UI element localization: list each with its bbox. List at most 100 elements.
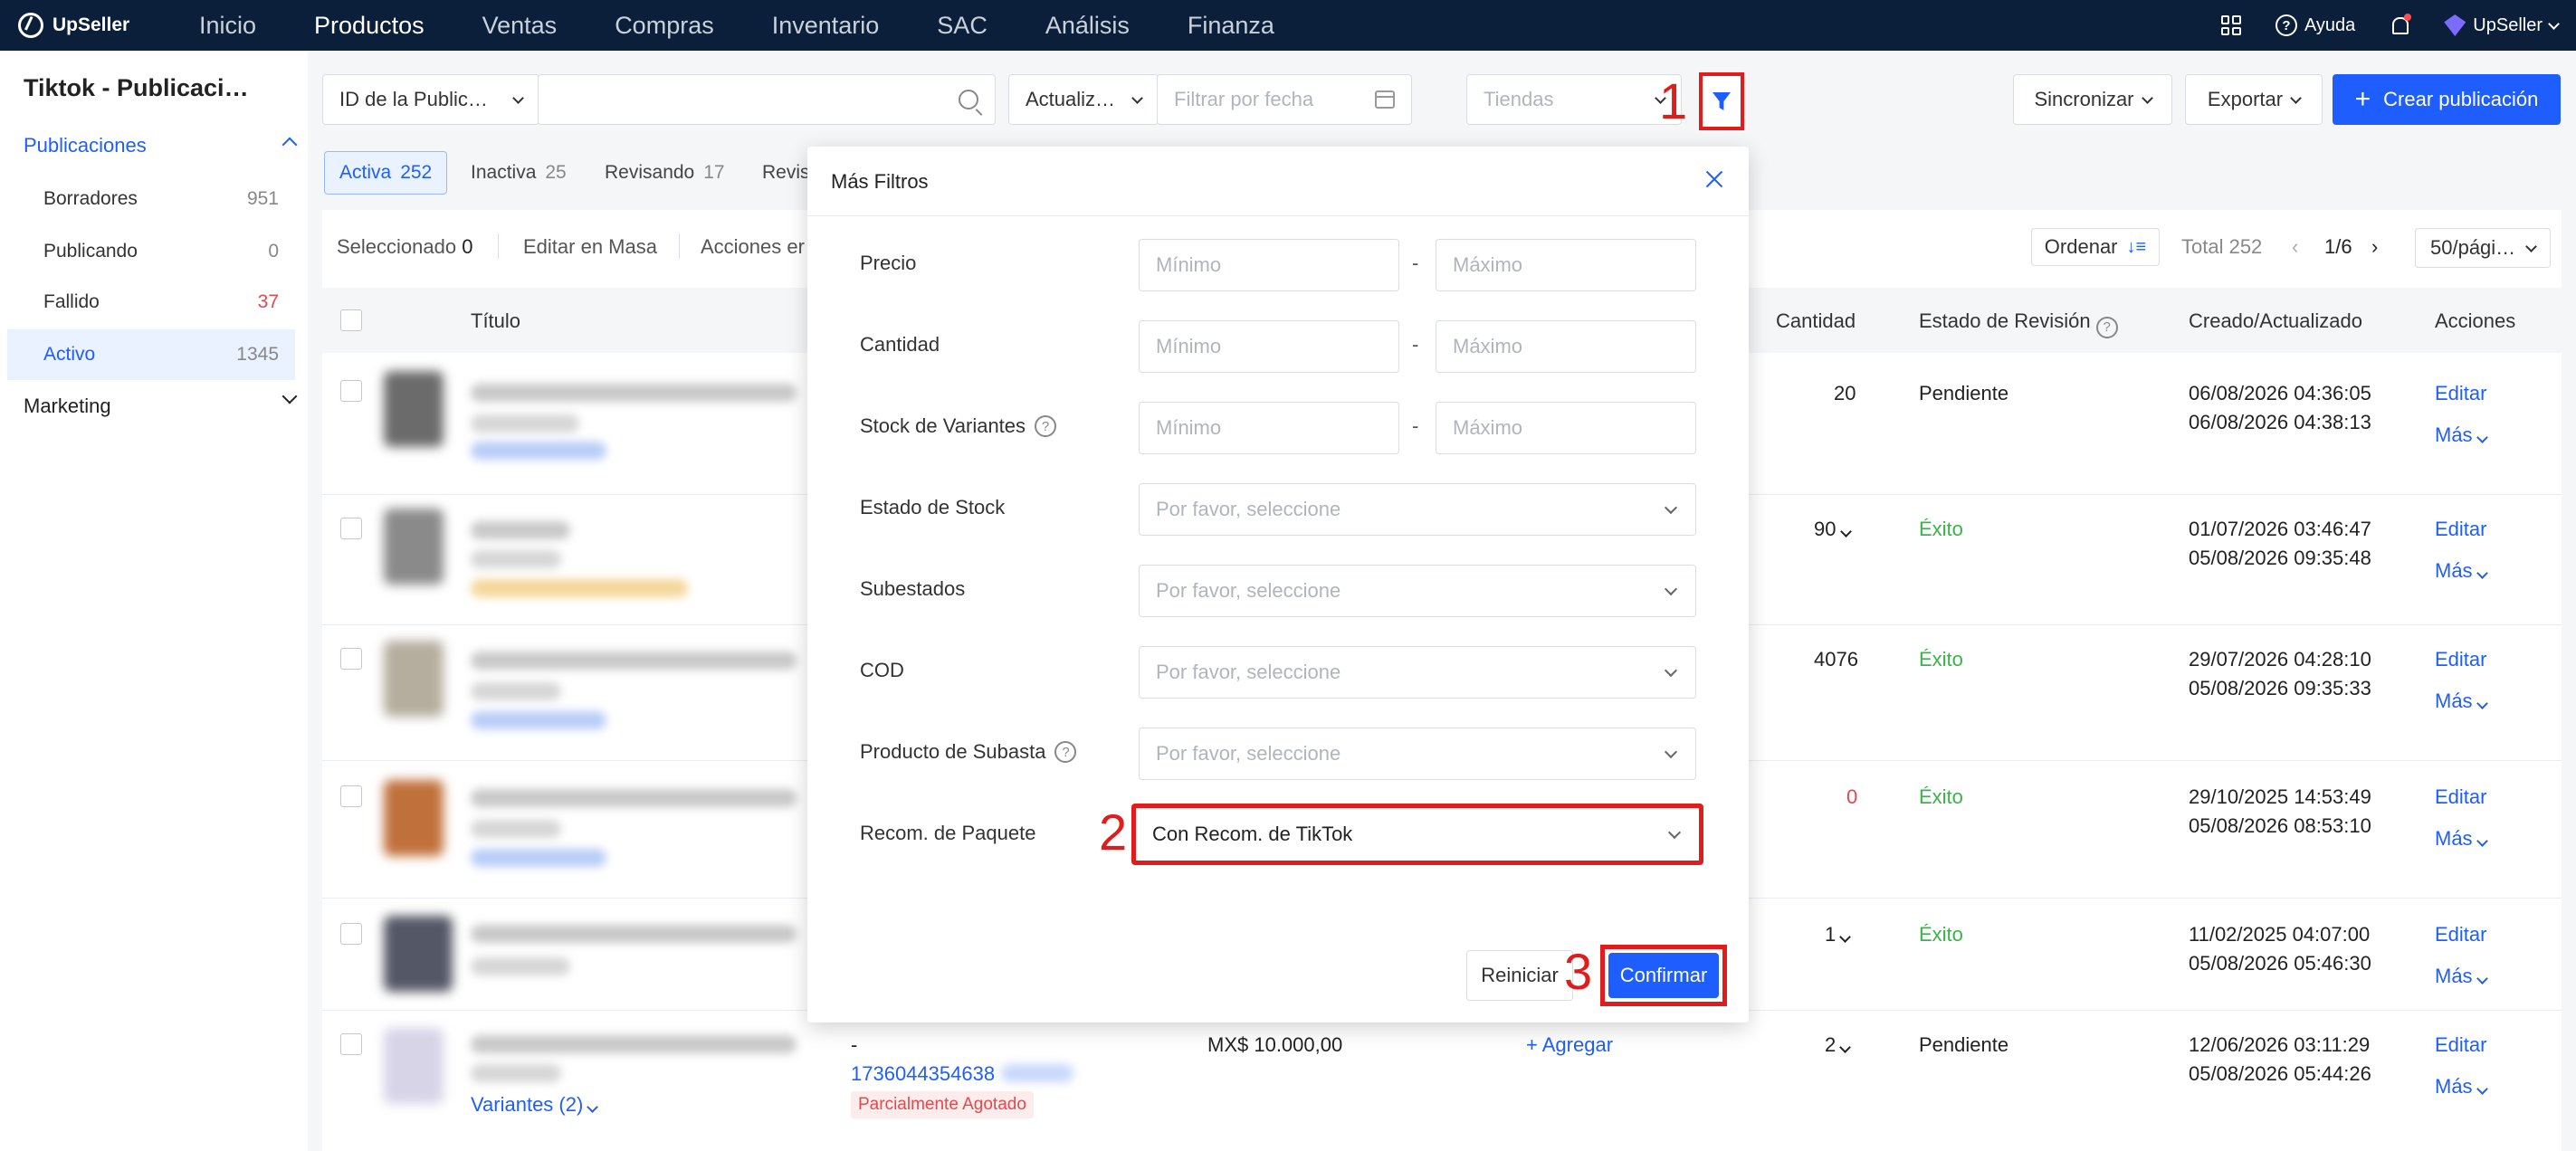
tab-activa[interactable]: Activa 252: [324, 151, 448, 195]
stores-select[interactable]: Tiendas: [1466, 74, 1682, 125]
row-checkbox[interactable]: [340, 785, 362, 807]
search-input[interactable]: [538, 74, 996, 125]
chevron-down-icon: [1839, 1042, 1852, 1053]
brand-logo[interactable]: UpSeller: [18, 7, 129, 43]
quantity-value[interactable]: 2: [1825, 1033, 1852, 1057]
variants-toggle[interactable]: Variantes (2): [471, 1093, 599, 1117]
edit-link[interactable]: Editar: [2435, 923, 2486, 946]
divider: [498, 233, 499, 259]
sidebar-item-borradores[interactable]: Borradores 951: [7, 174, 295, 224]
sidebar-group-marketing[interactable]: Marketing: [24, 388, 298, 418]
date-type-select[interactable]: Actualiz…: [1008, 74, 1159, 125]
more-menu[interactable]: Más: [2435, 1075, 2488, 1099]
product-thumbnail[interactable]: [384, 916, 453, 992]
help-icon[interactable]: ?: [1035, 415, 1057, 437]
nav-compras[interactable]: Compras: [615, 12, 714, 40]
more-menu[interactable]: Más: [2435, 559, 2488, 583]
tab-inactiva[interactable]: Inactiva 25: [456, 151, 581, 195]
quantity-value[interactable]: 1: [1825, 923, 1852, 946]
more-menu[interactable]: Más: [2435, 965, 2488, 988]
id-type-select[interactable]: ID de la Public…: [322, 74, 539, 125]
prev-page-icon[interactable]: ‹: [2292, 235, 2298, 259]
help-link[interactable]: ? Ayuda: [2275, 14, 2355, 36]
stock-state-select[interactable]: Por favor, seleccione: [1139, 483, 1696, 536]
created-date: 11/02/2025 04:07:00: [2189, 923, 2371, 946]
more-menu[interactable]: Más: [2435, 690, 2488, 713]
product-thumbnail[interactable]: [384, 371, 444, 447]
reset-button[interactable]: Reiniciar: [1466, 950, 1573, 1001]
product-thumbnail[interactable]: [384, 780, 444, 856]
help-icon[interactable]: ?: [2095, 316, 2118, 338]
sync-button[interactable]: Sincronizar: [2013, 74, 2172, 125]
variant-stock-min-input[interactable]: Mínimo: [1139, 402, 1399, 454]
nav-sac[interactable]: SAC: [937, 12, 987, 40]
package-rec-label: Recom. de Paquete: [860, 822, 1036, 844]
row-checkbox[interactable]: [340, 1033, 362, 1055]
bulk-actions-button[interactable]: Acciones er: [701, 235, 805, 259]
more-filters-button[interactable]: [1699, 72, 1744, 130]
export-button[interactable]: Exportar: [2185, 74, 2323, 125]
cod-select[interactable]: Por favor, seleccione: [1139, 646, 1696, 699]
select-all-checkbox[interactable]: [340, 309, 362, 331]
more-menu[interactable]: Más: [2435, 827, 2488, 851]
chevron-down-icon: [2141, 91, 2153, 104]
close-icon[interactable]: [1703, 168, 1725, 190]
nav-inicio[interactable]: Inicio: [199, 12, 256, 40]
help-icon[interactable]: ?: [1054, 741, 1077, 763]
created-date: 29/10/2025 14:53:49: [2189, 785, 2371, 808]
sidebar-item-activo[interactable]: Activo 1345: [7, 329, 295, 380]
nav-analisis[interactable]: Análisis: [1045, 12, 1130, 40]
product-thumbnail[interactable]: [384, 641, 444, 717]
date-filter-input[interactable]: Filtrar por fecha: [1157, 74, 1412, 125]
nav-inventario[interactable]: Inventario: [772, 12, 880, 40]
product-thumbnail[interactable]: [384, 509, 444, 585]
row-checkbox[interactable]: [340, 518, 362, 539]
create-listing-button[interactable]: + Crear publicación: [2333, 74, 2561, 125]
sidebar-item-count: 1345: [236, 344, 279, 365]
stock-badge: Parcialmente Agotado: [851, 1091, 1034, 1118]
row-checkbox[interactable]: [340, 380, 362, 402]
selected-label: Seleccionado: [337, 235, 457, 258]
sort-button[interactable]: Ordenar ↓≡: [2031, 228, 2160, 266]
price-min-input[interactable]: Mínimo: [1139, 239, 1399, 291]
confirm-button[interactable]: Confirmar: [1608, 953, 1719, 998]
row-checkbox[interactable]: [340, 923, 362, 945]
sidebar-item-fallido[interactable]: Fallido 37: [7, 277, 295, 328]
nav-productos[interactable]: Productos: [314, 12, 425, 40]
page-size-select[interactable]: 50/pági…: [2415, 228, 2551, 268]
edit-link[interactable]: Editar: [2435, 785, 2486, 809]
edit-link[interactable]: Editar: [2435, 382, 2486, 405]
search-icon[interactable]: [959, 90, 978, 109]
row-checkbox[interactable]: [340, 648, 362, 670]
quantity-max-input[interactable]: Máximo: [1436, 320, 1696, 373]
sidebar-group-publicaciones[interactable]: Publicaciones: [24, 134, 298, 157]
tab-revisando[interactable]: Revisando 17: [590, 151, 739, 195]
edit-link[interactable]: Editar: [2435, 1033, 2486, 1057]
bulk-edit-button[interactable]: Editar en Masa: [523, 235, 657, 259]
package-rec-select[interactable]: Con Recom. de TikTok: [1131, 804, 1703, 865]
sku-id-link[interactable]: 1736044354638: [851, 1062, 995, 1086]
next-page-icon[interactable]: ›: [2371, 235, 2378, 259]
quantity-value[interactable]: 90: [1814, 518, 1852, 541]
nav-finanza[interactable]: Finanza: [1188, 12, 1274, 40]
auction-select[interactable]: Por favor, seleccione: [1139, 728, 1696, 780]
notification-dot: [2404, 14, 2412, 21]
bell-icon[interactable]: [2390, 14, 2412, 35]
account-menu[interactable]: UpSeller: [2444, 14, 2560, 36]
sidebar-item-publicando[interactable]: Publicando 0: [7, 226, 295, 277]
product-title-blurred: [471, 521, 570, 539]
product-thumbnail[interactable]: [384, 1028, 444, 1104]
substates-select[interactable]: Por favor, seleccione: [1139, 565, 1696, 617]
total-count: Total 252: [2181, 235, 2263, 258]
edit-link[interactable]: Editar: [2435, 648, 2486, 671]
nav-ventas[interactable]: Ventas: [482, 12, 558, 40]
date-filter-placeholder: Filtrar por fecha: [1174, 88, 1314, 110]
add-link[interactable]: + Agregar: [1526, 1033, 1613, 1057]
quantity-min-input[interactable]: Mínimo: [1139, 320, 1399, 373]
apps-grid-icon[interactable]: [2220, 15, 2241, 35]
variant-stock-max-input[interactable]: Máximo: [1436, 402, 1696, 454]
edit-link[interactable]: Editar: [2435, 518, 2486, 541]
more-menu[interactable]: Más: [2435, 423, 2488, 447]
price-max-input[interactable]: Máximo: [1436, 239, 1696, 291]
header-review-status: Estado de Revisión ?: [1919, 309, 2118, 338]
